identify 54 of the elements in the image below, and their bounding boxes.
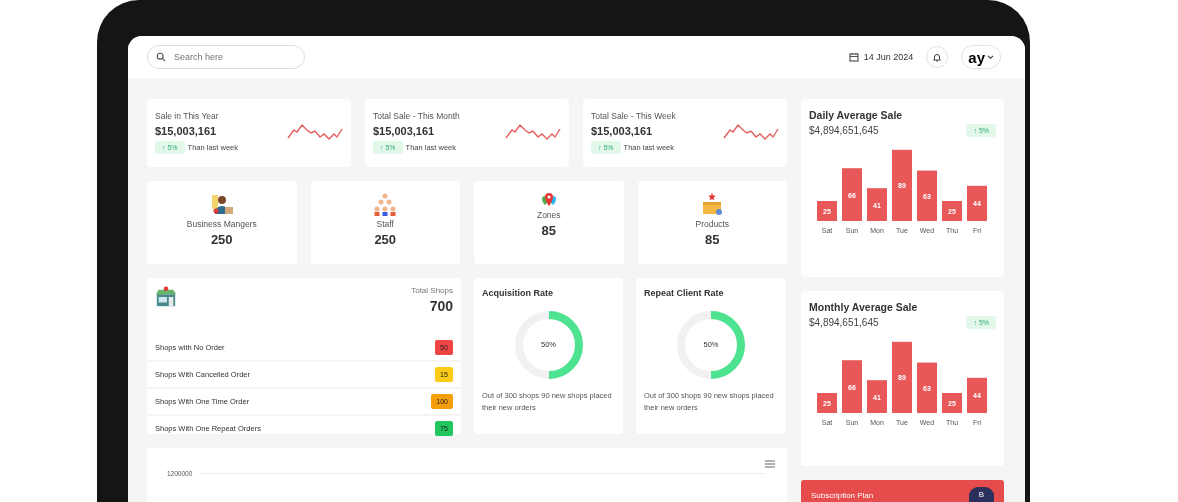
- sparkline-drawing: [723, 123, 779, 141]
- notification-button[interactable]: [926, 46, 949, 68]
- count-value: 85: [705, 232, 720, 247]
- total-shops-value: 700: [429, 298, 453, 314]
- caret-icon: [987, 54, 994, 60]
- average-title: Monthly Average Sale: [809, 301, 919, 313]
- sparkline-drawing: [505, 123, 561, 141]
- map-pins-icon: [540, 192, 557, 207]
- bar: [817, 393, 837, 413]
- shop-icon: [155, 286, 177, 308]
- count-value: 250: [210, 232, 233, 247]
- bar: [967, 377, 987, 413]
- subscription-title: Subscription Plan: [811, 491, 874, 502]
- bar: [892, 341, 912, 413]
- count-label: Staff: [376, 219, 394, 229]
- search-icon: [156, 52, 166, 62]
- bar: [967, 185, 987, 221]
- count-label: Zones: [536, 210, 561, 220]
- rate-title: Repeat Client Rate: [644, 288, 725, 298]
- gift-box-icon: [700, 192, 725, 216]
- people-group-icon: [373, 192, 398, 216]
- count-value: 85: [541, 223, 556, 238]
- bar: [942, 393, 962, 413]
- date-text: 14 Jun 2024: [863, 52, 914, 62]
- stat-value: $15,003,161: [591, 125, 654, 137]
- profile-button[interactable]: ay: [961, 45, 1001, 69]
- calendar-icon: [848, 52, 859, 62]
- bar: [867, 188, 887, 221]
- search-input[interactable]: Search here: [172, 51, 296, 63]
- stat-value: $15,003,161: [373, 125, 436, 137]
- stat-title: Sale in This Year: [155, 111, 220, 121]
- count-label: Business Mangers: [186, 219, 257, 229]
- stat-value: $15,003,161: [155, 125, 218, 137]
- total-shops-label: Total Shops: [411, 286, 453, 295]
- subscription-button[interactable]: B: [968, 487, 994, 502]
- bar: [842, 360, 862, 413]
- bar: [867, 380, 887, 413]
- count-label: Products: [695, 219, 729, 229]
- bell-icon: [932, 52, 943, 62]
- manager-icon: [209, 192, 234, 216]
- sparkline-drawing: [287, 123, 343, 141]
- stat-title: Total Sale - This Week: [591, 111, 676, 121]
- count-value: 250: [374, 232, 397, 247]
- bar: [942, 201, 962, 221]
- bar: [917, 170, 937, 221]
- average-value: $4,894,651,645: [809, 125, 879, 136]
- bar: [892, 149, 912, 221]
- bar: [842, 168, 862, 221]
- stat-title: Total Sale - This Month: [373, 111, 460, 121]
- rate-title: Acquisition Rate: [482, 288, 554, 298]
- bar: [817, 201, 837, 221]
- average-value: $4,894,651,645: [809, 317, 879, 328]
- average-title: Daily Average Sale: [809, 109, 904, 121]
- bar: [917, 362, 937, 413]
